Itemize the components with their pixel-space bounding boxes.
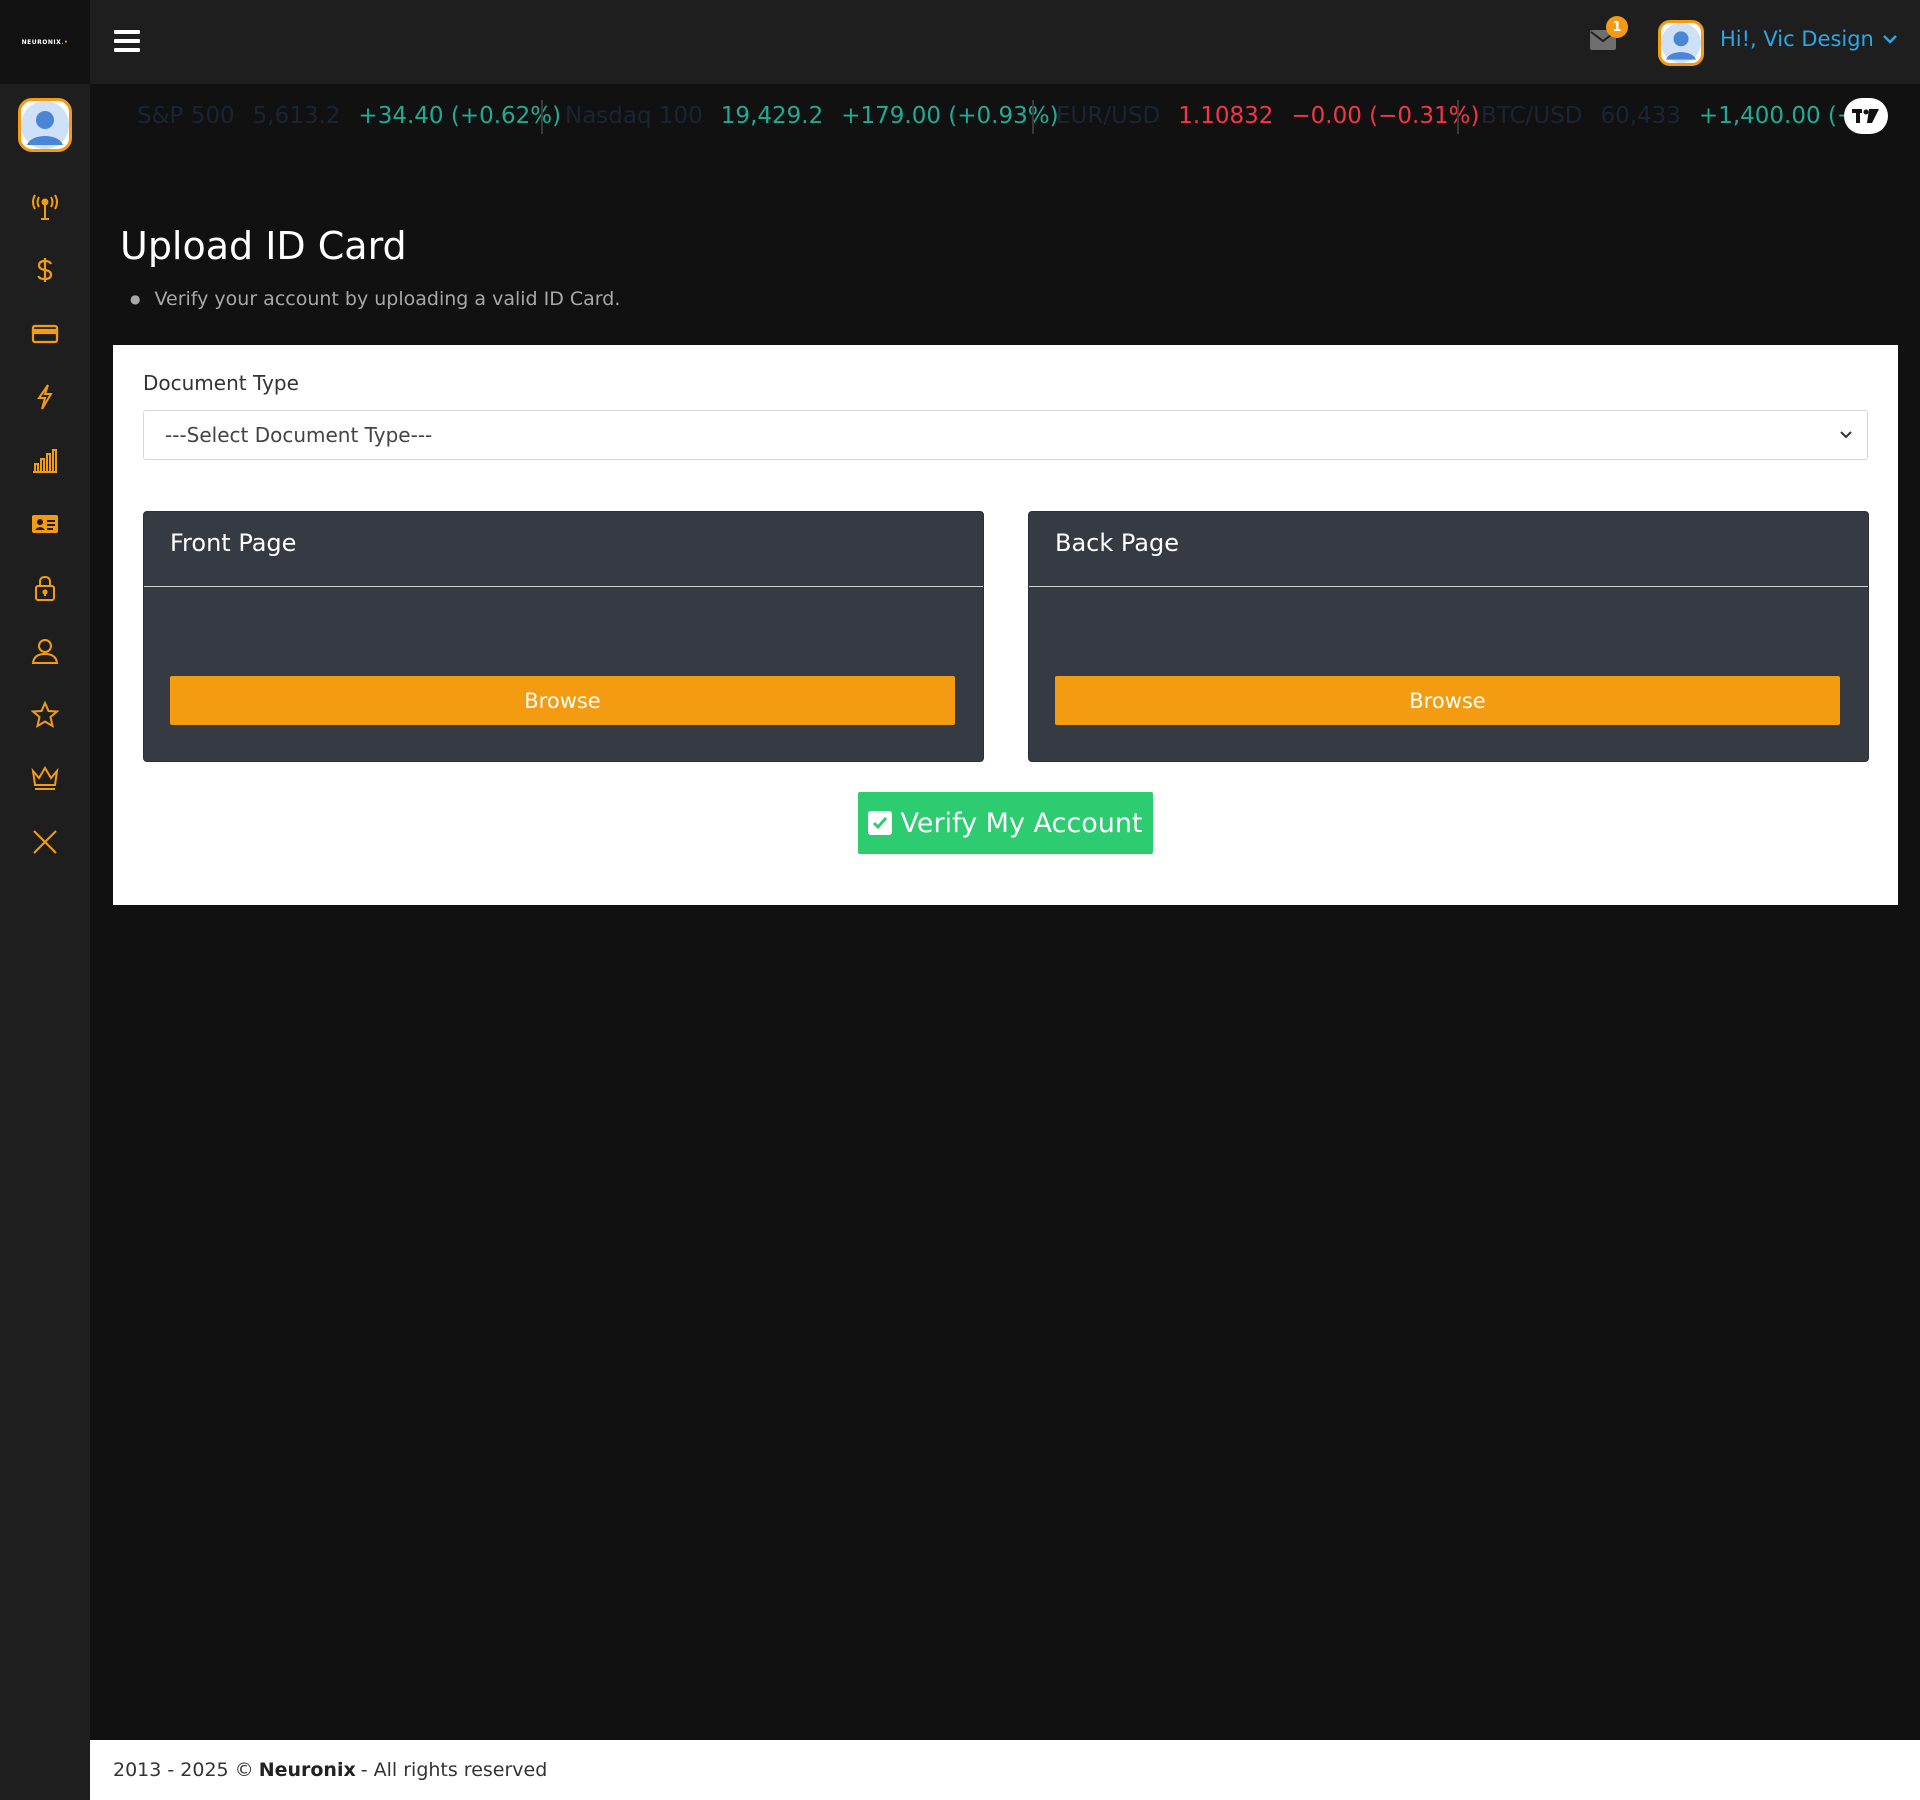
checkbox-icon [868, 811, 893, 835]
ticker-price: 60,433 [1600, 103, 1681, 129]
sidebar-item-deposit[interactable] [0, 239, 90, 303]
bullet-icon: ● [130, 292, 141, 306]
front-page-panel: Front Page Browse [143, 511, 984, 762]
bar-chart-icon [33, 448, 57, 473]
topbar: 1 Hi!, Vic Design [90, 0, 1920, 84]
panel-divider [1029, 586, 1868, 587]
front-page-title: Front Page [170, 529, 297, 557]
ticker-symbol: BTC/USD [1481, 103, 1583, 129]
ticker-symbol: S&P 500 [137, 103, 235, 129]
ticker-divider [541, 100, 543, 134]
tradingview-icon [1852, 109, 1879, 123]
verify-account-button[interactable]: Verify My Account [858, 792, 1153, 854]
footer-rights: - All rights reserved [360, 1759, 548, 1781]
page-subtitle: ● Verify your account by uploading a val… [130, 288, 620, 310]
chevron-down-icon [1840, 431, 1852, 439]
antenna-icon [32, 194, 58, 220]
sidebar-item-close[interactable] [0, 810, 90, 874]
id-card-icon [32, 515, 58, 534]
footer-years: 2013 - 2025 © [113, 1759, 254, 1781]
panel-divider [144, 586, 983, 587]
footer: 2013 - 2025 © Neuronix - All rights rese… [90, 1740, 1920, 1800]
ticker-item[interactable]: Nasdaq 100 19,429.2 +179.00 (+0.93%) [565, 103, 1077, 129]
user-menu-dropdown[interactable]: Hi!, Vic Design [1720, 27, 1898, 51]
chevron-down-icon [1882, 35, 1897, 44]
star-icon [30, 700, 60, 728]
sidebar-item-verification[interactable] [0, 493, 90, 557]
ticker-item[interactable]: S&P 500 5,613.2 +34.40 (+0.62%) [137, 103, 579, 129]
ticker-price: 19,429.2 [720, 103, 824, 129]
menu-toggle-button[interactable] [114, 30, 140, 52]
page-title: Upload ID Card [120, 224, 407, 268]
verify-account-label: Verify My Account [900, 807, 1143, 839]
sidebar-item-premium[interactable] [0, 747, 90, 811]
ticker-price: 5,613.2 [252, 103, 341, 129]
ticker-change: +34.40 (+0.62%) [358, 103, 562, 129]
user-icon [31, 639, 59, 665]
back-page-title: Back Page [1055, 529, 1179, 557]
sidebar-avatar[interactable] [18, 98, 72, 152]
tradingview-logo[interactable] [1844, 98, 1888, 134]
dollar-icon [37, 258, 53, 283]
logo-text: NEURONIX [21, 38, 62, 46]
page-subtitle-text: Verify your account by uploading a valid… [154, 288, 621, 310]
sidebar-item-security[interactable] [0, 556, 90, 620]
sidebar: NEURONIX.• [0, 0, 90, 1800]
crown-icon [31, 766, 59, 791]
sidebar-item-cards[interactable] [0, 302, 90, 366]
mail-count-badge: 1 [1606, 16, 1628, 38]
ticker-item[interactable]: EUR/USD 1.10832 −0.00 (−0.31%) [1056, 103, 1497, 129]
lightning-icon [37, 384, 53, 410]
document-type-label: Document Type [143, 371, 299, 395]
ticker-change: +179.00 (+0.93%) [841, 103, 1059, 129]
lock-icon [35, 575, 55, 601]
back-page-panel: Back Page Browse [1028, 511, 1869, 762]
close-icon [33, 830, 57, 854]
ticker-divider [1457, 100, 1459, 134]
back-browse-button[interactable]: Browse [1055, 676, 1840, 725]
user-greeting: Hi!, Vic Design [1720, 27, 1874, 51]
avatar-icon [21, 101, 69, 149]
sidebar-item-favorites[interactable] [0, 683, 90, 747]
document-type-select[interactable]: ---Select Document Type--- [143, 410, 1868, 460]
ticker-symbol: Nasdaq 100 [565, 103, 703, 129]
ticker-price: 1.10832 [1178, 103, 1274, 129]
ticker-symbol: EUR/USD [1056, 103, 1161, 129]
sidebar-item-trade[interactable] [0, 366, 90, 430]
footer-brand: Neuronix [258, 1759, 356, 1781]
document-type-selected: ---Select Document Type--- [165, 423, 433, 447]
market-ticker: S&P 500 5,613.2 +34.40 (+0.62%) Nasdaq 1… [90, 84, 1920, 152]
sidebar-item-profile[interactable] [0, 620, 90, 684]
upload-card: Document Type ---Select Document Type---… [113, 345, 1898, 905]
ticker-item[interactable]: BTC/USD 60,433 +1,400.00 (+2. [1481, 103, 1896, 129]
front-browse-button[interactable]: Browse [170, 676, 955, 725]
sidebar-item-stats[interactable] [0, 429, 90, 493]
ticker-divider [1032, 100, 1034, 134]
user-avatar[interactable] [1658, 20, 1704, 66]
credit-card-icon [31, 324, 59, 343]
ticker-change: −0.00 (−0.31%) [1291, 103, 1480, 129]
logo[interactable]: NEURONIX.• [0, 0, 90, 84]
avatar-icon [1661, 23, 1701, 63]
sidebar-item-signals[interactable] [0, 175, 90, 239]
